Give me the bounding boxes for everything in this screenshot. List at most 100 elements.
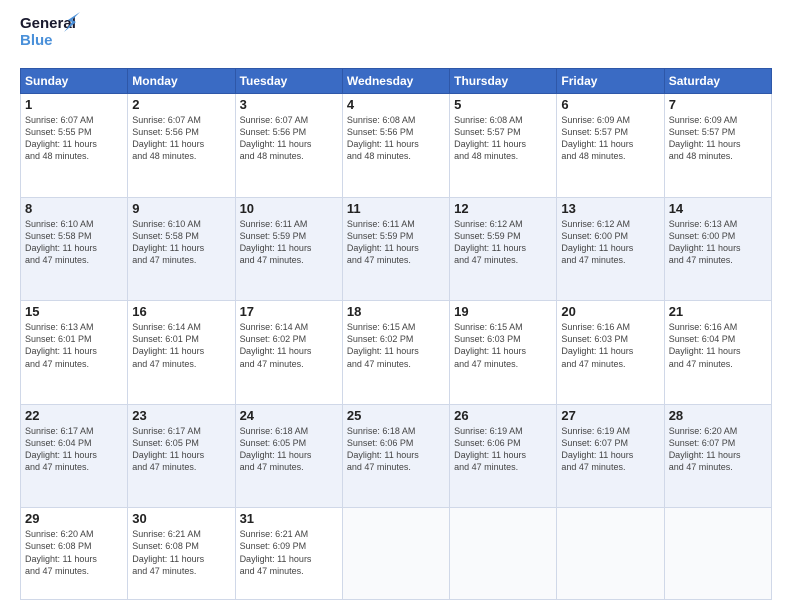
cell-info: Sunrise: 6:09 AM Sunset: 5:57 PM Dayligh…	[669, 114, 767, 163]
calendar-cell	[342, 508, 449, 600]
day-number: 6	[561, 97, 659, 112]
cell-info: Sunrise: 6:14 AM Sunset: 6:02 PM Dayligh…	[240, 321, 338, 370]
calendar-cell: 14 Sunrise: 6:13 AM Sunset: 6:00 PM Dayli…	[664, 197, 771, 301]
calendar-cell: 10 Sunrise: 6:11 AM Sunset: 5:59 PM Dayli…	[235, 197, 342, 301]
day-number: 17	[240, 304, 338, 319]
day-number: 14	[669, 201, 767, 216]
calendar-cell: 18 Sunrise: 6:15 AM Sunset: 6:02 PM Dayli…	[342, 301, 449, 405]
day-number: 12	[454, 201, 552, 216]
day-number: 5	[454, 97, 552, 112]
cell-info: Sunrise: 6:13 AM Sunset: 6:00 PM Dayligh…	[669, 218, 767, 267]
calendar-cell: 15 Sunrise: 6:13 AM Sunset: 6:01 PM Dayli…	[21, 301, 128, 405]
calendar-cell: 26 Sunrise: 6:19 AM Sunset: 6:06 PM Dayli…	[450, 404, 557, 508]
header: General Blue	[20, 16, 772, 58]
cell-info: Sunrise: 6:08 AM Sunset: 5:56 PM Dayligh…	[347, 114, 445, 163]
calendar-cell	[557, 508, 664, 600]
calendar-cell: 31 Sunrise: 6:21 AM Sunset: 6:09 PM Dayli…	[235, 508, 342, 600]
day-number: 29	[25, 511, 123, 526]
day-number: 15	[25, 304, 123, 319]
cell-info: Sunrise: 6:19 AM Sunset: 6:07 PM Dayligh…	[561, 425, 659, 474]
calendar-cell	[664, 508, 771, 600]
cell-info: Sunrise: 6:10 AM Sunset: 5:58 PM Dayligh…	[132, 218, 230, 267]
cell-info: Sunrise: 6:07 AM Sunset: 5:55 PM Dayligh…	[25, 114, 123, 163]
calendar-cell: 11Sunrise: 6:11 AM Sunset: 5:59 PM Dayli…	[342, 197, 449, 301]
calendar-cell: 27Sunrise: 6:19 AM Sunset: 6:07 PM Dayli…	[557, 404, 664, 508]
cell-info: Sunrise: 6:13 AM Sunset: 6:01 PM Dayligh…	[25, 321, 123, 370]
calendar-cell: 8 Sunrise: 6:10 AM Sunset: 5:58 PM Daylig…	[21, 197, 128, 301]
day-number: 3	[240, 97, 338, 112]
day-number: 4	[347, 97, 445, 112]
calendar-cell: 24 Sunrise: 6:18 AM Sunset: 6:05 PM Dayli…	[235, 404, 342, 508]
calendar-cell: 20 Sunrise: 6:16 AM Sunset: 6:03 PM Dayli…	[557, 301, 664, 405]
cell-info: Sunrise: 6:19 AM Sunset: 6:06 PM Dayligh…	[454, 425, 552, 474]
cell-info: Sunrise: 6:10 AM Sunset: 5:58 PM Dayligh…	[25, 218, 123, 267]
day-number: 21	[669, 304, 767, 319]
cell-info: Sunrise: 6:12 AM Sunset: 6:00 PM Dayligh…	[561, 218, 659, 267]
calendar-cell: 30 Sunrise: 6:21 AM Sunset: 6:08 PM Dayli…	[128, 508, 235, 600]
calendar-week-row: 22Sunrise: 6:17 AM Sunset: 6:04 PM Dayli…	[21, 404, 772, 508]
calendar-cell: 4 Sunrise: 6:08 AM Sunset: 5:56 PM Daylig…	[342, 94, 449, 198]
calendar-cell: 28 Sunrise: 6:20 AM Sunset: 6:07 PM Dayli…	[664, 404, 771, 508]
cell-info: Sunrise: 6:16 AM Sunset: 6:04 PM Dayligh…	[669, 321, 767, 370]
calendar-week-row: 8 Sunrise: 6:10 AM Sunset: 5:58 PM Daylig…	[21, 197, 772, 301]
day-number: 31	[240, 511, 338, 526]
bird-icon	[58, 12, 80, 32]
day-number: 20	[561, 304, 659, 319]
day-number: 28	[669, 408, 767, 423]
day-number: 30	[132, 511, 230, 526]
day-number: 2	[132, 97, 230, 112]
cell-info: Sunrise: 6:14 AM Sunset: 6:01 PM Dayligh…	[132, 321, 230, 370]
cell-info: Sunrise: 6:15 AM Sunset: 6:03 PM Dayligh…	[454, 321, 552, 370]
day-number: 1	[25, 97, 123, 112]
cell-info: Sunrise: 6:18 AM Sunset: 6:05 PM Dayligh…	[240, 425, 338, 474]
day-number: 25	[347, 408, 445, 423]
calendar-cell: 21 Sunrise: 6:16 AM Sunset: 6:04 PM Dayli…	[664, 301, 771, 405]
calendar-header-sunday: Sunday	[21, 69, 128, 94]
day-number: 9	[132, 201, 230, 216]
calendar-week-row: 1 Sunrise: 6:07 AM Sunset: 5:55 PM Daylig…	[21, 94, 772, 198]
day-number: 10	[240, 201, 338, 216]
calendar-header-saturday: Saturday	[664, 69, 771, 94]
day-number: 7	[669, 97, 767, 112]
calendar-cell: 19Sunrise: 6:15 AM Sunset: 6:03 PM Dayli…	[450, 301, 557, 405]
calendar-cell: 23 Sunrise: 6:17 AM Sunset: 6:05 PM Dayli…	[128, 404, 235, 508]
cell-info: Sunrise: 6:21 AM Sunset: 6:08 PM Dayligh…	[132, 528, 230, 577]
calendar-header-wednesday: Wednesday	[342, 69, 449, 94]
day-number: 11	[347, 201, 445, 216]
calendar-cell: 2Sunrise: 6:07 AM Sunset: 5:56 PM Daylig…	[128, 94, 235, 198]
calendar-cell: 3Sunrise: 6:07 AM Sunset: 5:56 PM Daylig…	[235, 94, 342, 198]
day-number: 18	[347, 304, 445, 319]
cell-info: Sunrise: 6:15 AM Sunset: 6:02 PM Dayligh…	[347, 321, 445, 370]
calendar-cell: 12Sunrise: 6:12 AM Sunset: 5:59 PM Dayli…	[450, 197, 557, 301]
calendar-header-friday: Friday	[557, 69, 664, 94]
calendar-cell: 29Sunrise: 6:20 AM Sunset: 6:08 PM Dayli…	[21, 508, 128, 600]
calendar-header-tuesday: Tuesday	[235, 69, 342, 94]
cell-info: Sunrise: 6:17 AM Sunset: 6:04 PM Dayligh…	[25, 425, 123, 474]
calendar-cell: 9 Sunrise: 6:10 AM Sunset: 5:58 PM Daylig…	[128, 197, 235, 301]
calendar-week-row: 15 Sunrise: 6:13 AM Sunset: 6:01 PM Dayli…	[21, 301, 772, 405]
day-number: 13	[561, 201, 659, 216]
cell-info: Sunrise: 6:18 AM Sunset: 6:06 PM Dayligh…	[347, 425, 445, 474]
cell-info: Sunrise: 6:17 AM Sunset: 6:05 PM Dayligh…	[132, 425, 230, 474]
cell-info: Sunrise: 6:11 AM Sunset: 5:59 PM Dayligh…	[240, 218, 338, 267]
day-number: 23	[132, 408, 230, 423]
cell-info: Sunrise: 6:16 AM Sunset: 6:03 PM Dayligh…	[561, 321, 659, 370]
calendar-cell: 25 Sunrise: 6:18 AM Sunset: 6:06 PM Dayli…	[342, 404, 449, 508]
calendar-table: SundayMondayTuesdayWednesdayThursdayFrid…	[20, 68, 772, 600]
cell-info: Sunrise: 6:09 AM Sunset: 5:57 PM Dayligh…	[561, 114, 659, 163]
calendar-cell: 6 Sunrise: 6:09 AM Sunset: 5:57 PM Daylig…	[557, 94, 664, 198]
calendar-cell: 7 Sunrise: 6:09 AM Sunset: 5:57 PM Daylig…	[664, 94, 771, 198]
calendar-cell: 5 Sunrise: 6:08 AM Sunset: 5:57 PM Daylig…	[450, 94, 557, 198]
day-number: 8	[25, 201, 123, 216]
calendar-cell	[450, 508, 557, 600]
day-number: 26	[454, 408, 552, 423]
calendar-cell: 17 Sunrise: 6:14 AM Sunset: 6:02 PM Dayli…	[235, 301, 342, 405]
calendar-header-row: SundayMondayTuesdayWednesdayThursdayFrid…	[21, 69, 772, 94]
logo: General Blue	[20, 16, 72, 58]
cell-info: Sunrise: 6:20 AM Sunset: 6:07 PM Dayligh…	[669, 425, 767, 474]
calendar-cell: 22Sunrise: 6:17 AM Sunset: 6:04 PM Dayli…	[21, 404, 128, 508]
calendar-header-thursday: Thursday	[450, 69, 557, 94]
cell-info: Sunrise: 6:21 AM Sunset: 6:09 PM Dayligh…	[240, 528, 338, 577]
day-number: 24	[240, 408, 338, 423]
cell-info: Sunrise: 6:08 AM Sunset: 5:57 PM Dayligh…	[454, 114, 552, 163]
